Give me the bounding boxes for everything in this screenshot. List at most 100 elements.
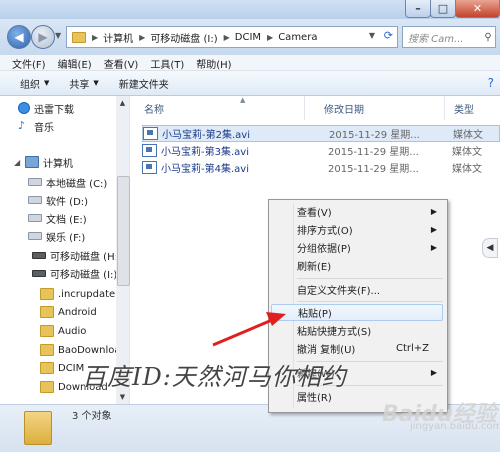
drive-icon [28,232,42,240]
address-dropdown-icon[interactable]: ▼ [369,31,375,40]
music-icon: ♪ [18,119,26,132]
scrollbar-thumb[interactable] [117,176,130,286]
file-name: 小马宝莉-第3集.avi [161,147,249,158]
search-icon[interactable]: ⚲ [481,32,495,43]
breadcrumb-computer[interactable]: 计算机 [103,30,133,45]
share-button[interactable]: 共享 ▼ [69,76,98,91]
video-file-icon [142,144,157,157]
new-folder-button[interactable]: 新建文件夹 [119,76,169,91]
chevron-right-icon[interactable]: ▶ [224,33,230,42]
submenu-arrow-icon: ▶ [430,225,437,234]
help-icon[interactable]: ? [488,76,494,90]
folder-icon [40,306,54,318]
video-file-icon [142,161,157,174]
search-placeholder: 搜索 Cam... [408,33,464,45]
file-row[interactable]: 小马宝莉-第4集.avi 2015-11-29 星期... 媒体文 [142,159,500,176]
nav-item-label: 娱乐 (F:) [46,232,86,244]
collapse-icon[interactable]: ◢ [14,158,22,167]
menu-separator [297,301,443,302]
maximize-button[interactable]: □ [430,0,456,18]
nav-item-label: 迅雷下载 [34,104,74,116]
close-button[interactable]: ✕ [455,0,500,18]
folder-icon [72,31,86,43]
scroll-up-icon[interactable]: ▲ [116,96,129,110]
nav-item-drive-f[interactable]: 娱乐 (F:) [28,227,85,245]
file-type: 媒体文 [453,130,483,141]
nav-item-label: BaoDownload [58,344,116,356]
breadcrumb-dcim[interactable]: DCIM [235,32,261,43]
search-input[interactable]: 搜索 Cam... ⚲ [402,26,496,48]
menu-separator [297,278,443,279]
folder-icon [40,288,54,300]
column-header-date[interactable]: 修改日期 [324,96,445,120]
menu-item-paste[interactable]: 粘贴(P) [271,304,443,321]
back-button[interactable]: ◀ [7,25,31,49]
recent-pages-dropdown-icon[interactable]: ▼ [55,31,61,40]
drive-icon [28,214,42,222]
preview-pane-toggle[interactable]: ◀ [482,238,498,258]
nav-item-drive-h[interactable]: 可移动磁盘 (H:) [32,246,117,264]
menu-item-group-by[interactable]: 分组依据(P) ▶ [271,239,443,256]
file-type: 媒体文 [452,164,482,175]
menu-item-customize-folder[interactable]: 自定义文件夹(F)... [271,281,443,298]
nav-item-drive-i[interactable]: 可移动磁盘 (I:) [32,264,116,282]
submenu-arrow-icon: ▶ [430,368,437,377]
file-row[interactable]: 小马宝莉-第2集.avi 2015-11-29 星期... 媒体文 [142,125,500,142]
menu-help[interactable]: 帮助(H) [184,55,231,71]
organize-label: 组织 [20,79,40,91]
nav-item-label: 文档 (E:) [46,214,87,226]
column-header-type[interactable]: 类型 [454,96,498,120]
watermark-text: 百度ID:天然河马你相约 [82,363,347,391]
usb-drive-icon [32,269,46,277]
file-date: 2015-11-29 星期... [329,130,420,141]
nav-item-dcim[interactable]: DCIM [40,359,84,377]
nav-item-music[interactable]: ♪ 音乐 [18,117,54,135]
nav-item-android[interactable]: Android [40,303,97,321]
nav-item-thunder-downloads[interactable]: 迅雷下载 [18,99,74,117]
menu-item-view[interactable]: 查看(V) ▶ [271,203,443,220]
organize-button[interactable]: 组织 ▼ [20,76,49,91]
minimize-button[interactable]: – [405,0,431,18]
menu-item-paste-shortcut[interactable]: 粘贴快捷方式(S) [271,322,443,339]
status-text: 3 个对象 [72,411,112,422]
address-bar[interactable]: ▶ 计算机 ▶ 可移动磁盘 (I:) ▶ DCIM ▶ Camera ▼ ⟳ [66,26,398,48]
nav-item-incrupdate[interactable]: .incrupdate [40,285,115,303]
menu-item-refresh[interactable]: 刷新(E) [271,257,443,274]
submenu-arrow-icon: ▶ [430,207,437,216]
chevron-down-icon: ▼ [44,79,50,87]
menu-item-sort-by[interactable]: 排序方式(O) ▶ [271,221,443,238]
breadcrumb-camera[interactable]: Camera [278,32,317,43]
nav-item-label: Android [58,306,97,318]
menu-file[interactable]: 文件(F) [0,55,46,71]
nav-item-label: 本地磁盘 (C:) [46,178,108,190]
nav-item-audio[interactable]: Audio [40,322,86,340]
file-row[interactable]: 小马宝莉-第3集.avi 2015-11-29 星期... 媒体文 [142,142,500,159]
menu-edit[interactable]: 编辑(E) [46,55,92,71]
refresh-icon[interactable]: ⟳ [384,29,393,42]
forward-button[interactable]: ▶ [31,25,55,49]
breadcrumb-removable-disk[interactable]: 可移动磁盘 (I:) [150,30,217,45]
file-name: 小马宝莉-第4集.avi [161,164,249,175]
nav-item-label: 音乐 [34,122,54,134]
chevron-right-icon[interactable]: ▶ [139,33,145,42]
nav-item-label: 可移动磁盘 (H:) [50,251,117,263]
nav-item-drive-d[interactable]: 软件 (D:) [28,191,88,209]
title-bar: – □ ✕ [0,0,500,19]
thunder-icon [18,102,30,114]
submenu-arrow-icon: ▶ [430,243,437,252]
nav-item-label: Audio [58,325,87,337]
nav-item-computer[interactable]: ◢ 计算机 [14,153,73,171]
menu-item-label: 刷新(E) [297,262,332,273]
nav-item-drive-c[interactable]: 本地磁盘 (C:) [28,173,107,191]
drive-icon [28,196,42,204]
nav-item-drive-e[interactable]: 文档 (E:) [28,209,87,227]
menu-item-undo-copy[interactable]: 撤消 复制(U) Ctrl+Z [271,340,443,357]
column-header-name[interactable]: 名称 [144,96,305,120]
menu-view[interactable]: 查看(V) [92,55,139,71]
scroll-down-icon[interactable]: ▼ [116,390,129,404]
folder-icon [40,344,54,356]
menu-tools[interactable]: 工具(T) [138,55,184,71]
menu-item-label: 排序方式(O) [297,226,353,237]
chevron-right-icon[interactable]: ▶ [267,33,273,42]
chevron-right-icon[interactable]: ▶ [92,33,98,42]
